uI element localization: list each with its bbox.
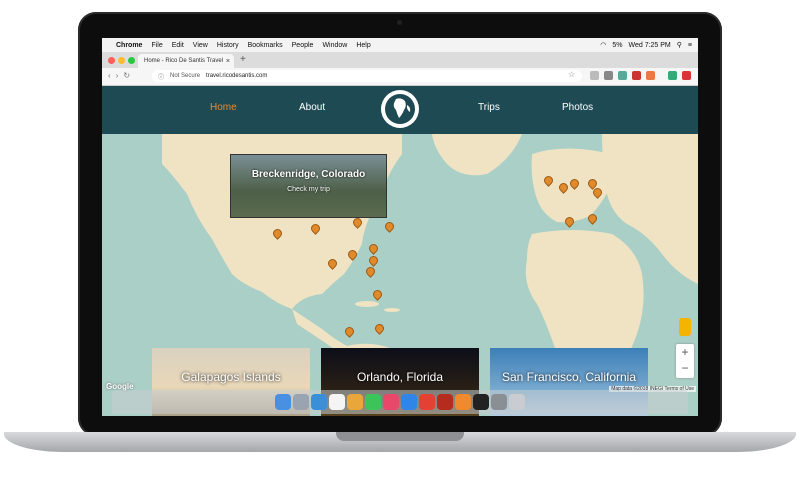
world-map[interactable]: Breckenridge, Colorado Check my trip + −…: [102, 134, 698, 416]
screen: Chrome File Edit View History Bookmarks …: [102, 38, 698, 416]
menu-view[interactable]: View: [193, 42, 208, 49]
wifi-icon[interactable]: ◠: [600, 41, 606, 49]
trip-card-title: San Francisco, California: [501, 370, 637, 384]
new-tab-button[interactable]: +: [240, 54, 246, 65]
navigation-buttons[interactable]: ‹›↻: [108, 71, 135, 80]
status-area: ◠ 5% Wed 7:25 PM ⚲ ≡: [600, 38, 692, 52]
mac-dock: [112, 390, 688, 414]
extension-icon[interactable]: [682, 71, 691, 80]
menu-window[interactable]: Window: [322, 42, 347, 49]
minimize-window-icon[interactable]: [118, 57, 125, 64]
preferences-icon[interactable]: [491, 394, 507, 410]
url-text: travel.ricodesantis.com: [206, 73, 268, 79]
zoom-out-button[interactable]: −: [676, 360, 694, 376]
clock-text[interactable]: Wed 7:25 PM: [628, 42, 670, 49]
extension-icon[interactable]: [646, 71, 655, 80]
nav-about[interactable]: About: [299, 102, 325, 113]
sublime-icon[interactable]: [455, 394, 471, 410]
not-secure-label: Not Secure: [170, 73, 201, 79]
browser-tab[interactable]: Home - Rico De Santis Travel ×: [138, 54, 234, 68]
menu-file[interactable]: File: [151, 42, 162, 49]
menu-list-icon[interactable]: ≡: [688, 42, 692, 49]
street-view-pegman-icon[interactable]: [679, 318, 691, 336]
nav-photos[interactable]: Photos: [562, 102, 593, 113]
bookmark-star-icon[interactable]: ☆: [568, 70, 575, 79]
safari-icon[interactable]: [311, 394, 327, 410]
menu-bookmarks[interactable]: Bookmarks: [248, 42, 283, 49]
finder-icon[interactable]: [275, 394, 291, 410]
extension-icon[interactable]: [618, 71, 627, 80]
battery-text[interactable]: 5%: [612, 42, 622, 49]
filezilla-icon[interactable]: [437, 394, 453, 410]
menu-edit[interactable]: Edit: [172, 42, 184, 49]
search-icon[interactable]: ⚲: [677, 41, 682, 49]
close-tab-icon[interactable]: ×: [226, 58, 230, 65]
menu-help[interactable]: Help: [356, 42, 370, 49]
site-logo[interactable]: [381, 90, 419, 128]
extension-icon[interactable]: [604, 71, 613, 80]
popup-link[interactable]: Check my trip: [231, 186, 386, 193]
extension-icon[interactable]: [590, 71, 599, 80]
site-navbar: Home About Trips Photos: [102, 86, 698, 134]
chrome-icon[interactable]: [419, 394, 435, 410]
popup-title: Breckenridge, Colorado: [251, 169, 366, 180]
calendar-icon[interactable]: [329, 394, 345, 410]
tab-title: Home - Rico De Santis Travel: [144, 58, 224, 64]
camera: [397, 20, 402, 25]
nav-home[interactable]: Home: [210, 102, 237, 113]
tab-bar: Home - Rico De Santis Travel × +: [102, 52, 698, 68]
extension-icon[interactable]: [632, 71, 641, 80]
app-store-icon[interactable]: [401, 394, 417, 410]
launchpad-icon[interactable]: [293, 394, 309, 410]
trash-icon[interactable]: [509, 394, 525, 410]
maximize-window-icon[interactable]: [128, 57, 135, 64]
menu-people[interactable]: People: [292, 42, 314, 49]
mac-menubar: Chrome File Edit View History Bookmarks …: [102, 38, 698, 52]
nav-trips[interactable]: Trips: [478, 102, 500, 113]
photos-icon[interactable]: [347, 394, 363, 410]
globe-icon: [385, 94, 415, 124]
trip-card-title: Galapagos Islands: [181, 370, 281, 384]
address-bar: ‹›↻ ⓘ Not Secure travel.ricodesantis.com…: [102, 68, 698, 86]
messages-icon[interactable]: [365, 394, 381, 410]
trip-popup[interactable]: Breckenridge, Colorado Check my trip: [230, 154, 387, 218]
terminal-icon[interactable]: [473, 394, 489, 410]
info-icon[interactable]: ⓘ: [158, 72, 164, 81]
trip-card-title: Orlando, Florida: [356, 370, 444, 384]
website: Home About Trips Photos Breckenridge, Co…: [102, 86, 698, 416]
menu-app-name[interactable]: Chrome: [116, 42, 142, 49]
laptop-notch: [336, 432, 464, 441]
music-icon[interactable]: [383, 394, 399, 410]
close-window-icon[interactable]: [108, 57, 115, 64]
url-field[interactable]: ⓘ Not Secure travel.ricodesantis.com: [152, 70, 582, 82]
zoom-control: + −: [676, 344, 694, 378]
profile-avatar[interactable]: [668, 71, 677, 80]
menu-history[interactable]: History: [217, 42, 239, 49]
zoom-in-button[interactable]: +: [676, 344, 694, 360]
